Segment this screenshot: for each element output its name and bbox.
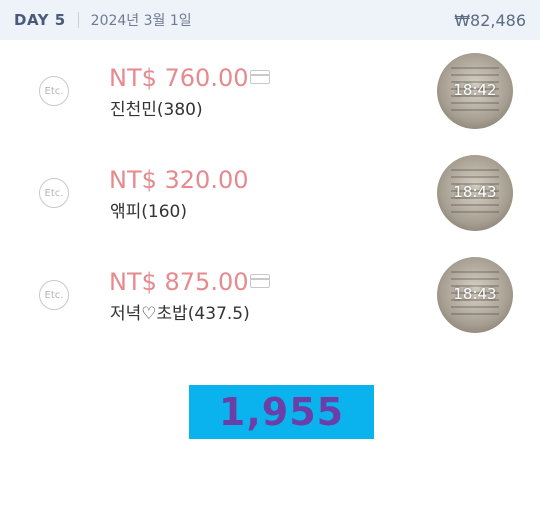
expense-amount: NT$ 760.00 xyxy=(109,64,249,92)
expense-memo: 진천민(380) xyxy=(110,100,203,120)
sum-overlay: 1,955 xyxy=(189,385,374,439)
category-etc-icon: Etc. xyxy=(39,76,69,106)
receipt-time: 18:43 xyxy=(453,285,497,303)
sum-value: 1,955 xyxy=(218,390,345,434)
expense-item[interactable]: Etc. NT$ 320.00 앢피(160) 18:43 xyxy=(0,142,540,242)
expense-memo: 앢피(160) xyxy=(110,202,187,222)
receipt-thumbnail[interactable]: 18:42 xyxy=(437,53,513,129)
receipt-time: 18:42 xyxy=(453,81,497,99)
expense-item[interactable]: Etc. NT$ 875.00 저녁♡초밥(437.5) 18:43 xyxy=(0,244,540,344)
day-label: DAY 5 xyxy=(14,11,66,29)
receipt-time: 18:43 xyxy=(453,183,497,201)
header-divider xyxy=(77,12,79,28)
expense-amount: NT$ 875.00 xyxy=(109,268,249,296)
card-icon xyxy=(250,70,270,84)
day-total: ₩82,486 xyxy=(454,11,526,30)
category-etc-icon: Etc. xyxy=(39,178,69,208)
expense-item[interactable]: Etc. NT$ 760.00 진천민(380) 18:42 xyxy=(0,40,540,140)
date-label: 2024년 3월 1일 xyxy=(90,13,192,29)
category-etc-icon: Etc. xyxy=(39,280,69,310)
receipt-thumbnail[interactable]: 18:43 xyxy=(437,257,513,333)
expense-memo: 저녁♡초밥(437.5) xyxy=(110,304,250,324)
receipt-thumbnail[interactable]: 18:43 xyxy=(437,155,513,231)
card-icon xyxy=(250,274,270,288)
expense-amount: NT$ 320.00 xyxy=(109,166,249,194)
